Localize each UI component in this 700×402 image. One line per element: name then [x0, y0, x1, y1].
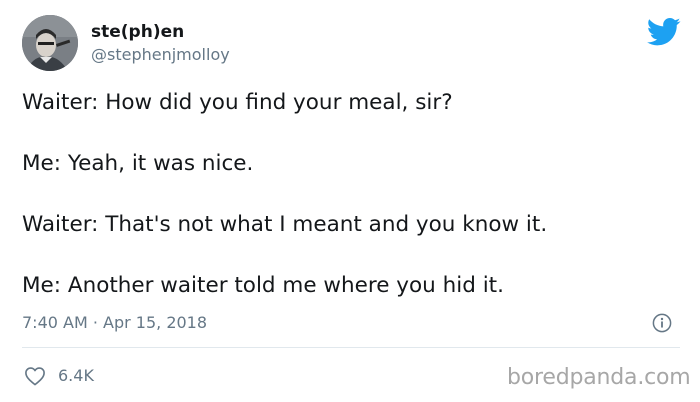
tweet-text-line: Waiter: That's not what I meant and you … [22, 212, 548, 237]
tweet-timestamp[interactable]: 7:40 AM · Apr 15, 2018 [22, 313, 207, 333]
author-display-name[interactable]: ste(ph)en [91, 22, 184, 42]
avatar-image [22, 15, 78, 71]
divider [22, 347, 680, 348]
tweet-text-line: Me: Another waiter told me where you hid… [22, 273, 504, 298]
avatar[interactable] [22, 15, 78, 71]
tweet-text-line: Waiter: How did you find your meal, sir? [22, 90, 453, 115]
watermark: boredpanda.com [507, 365, 691, 390]
author-handle[interactable]: @stephenjmolloy [91, 45, 230, 65]
heart-icon[interactable] [24, 366, 46, 386]
like-count[interactable]: 6.4K [58, 366, 94, 386]
tweet-text-line: Me: Yeah, it was nice. [22, 151, 254, 176]
info-icon[interactable] [652, 313, 672, 333]
twitter-bird-icon[interactable] [646, 17, 681, 47]
